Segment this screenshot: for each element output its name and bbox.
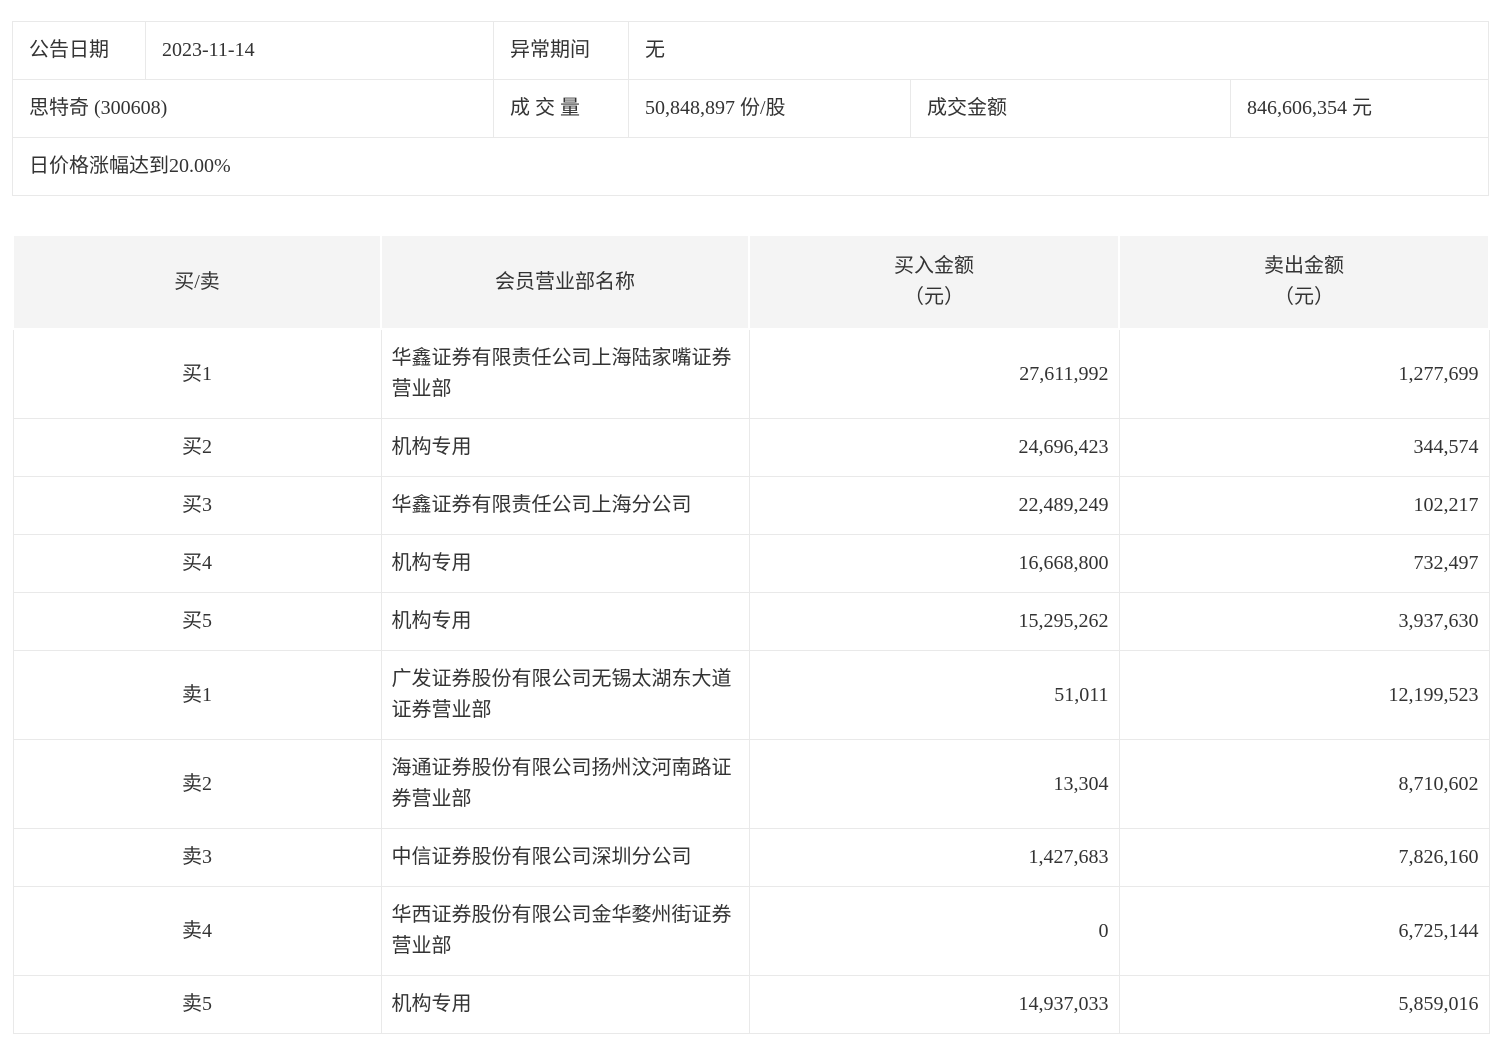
buy-amount-cell: 1,427,683: [749, 829, 1119, 887]
table-row: 买5机构专用15,295,2623,937,630: [13, 593, 1489, 651]
header-buy-amount-line1: 买入金额: [760, 251, 1108, 282]
table-body: 买1华鑫证券有限责任公司上海陆家嘴证券营业部27,611,9921,277,69…: [13, 329, 1489, 1034]
info-row-2: 思特奇 (300608) 成 交 量 50,848,897 份/股 成交金额 8…: [13, 80, 1489, 138]
header-sell-amount-line2: （元）: [1130, 282, 1478, 313]
side-cell: 卖5: [13, 976, 381, 1034]
side-cell: 买5: [13, 593, 381, 651]
broker-name-cell: 机构专用: [381, 976, 749, 1034]
sell-amount-cell: 732,497: [1119, 535, 1489, 593]
broker-name-cell: 机构专用: [381, 419, 749, 477]
side-cell: 买3: [13, 477, 381, 535]
sell-amount-cell: 102,217: [1119, 477, 1489, 535]
broker-name-cell: 海通证券股份有限公司扬州汶河南路证券营业部: [381, 740, 749, 829]
side-cell: 卖3: [13, 829, 381, 887]
buy-amount-cell: 15,295,262: [749, 593, 1119, 651]
broker-name-cell: 机构专用: [381, 593, 749, 651]
stock-info-block: 公告日期 2023-11-14 异常期间 无 思特奇 (300608) 成 交 …: [12, 21, 1489, 196]
broker-name-cell: 华鑫证券有限责任公司上海分公司: [381, 477, 749, 535]
table-row: 卖3中信证券股份有限公司深圳分公司1,427,6837,826,160: [13, 829, 1489, 887]
broker-table: 买/卖 会员营业部名称 买入金额 （元） 卖出金额 （元） 买1华鑫证券有限责任…: [12, 234, 1490, 1034]
side-cell: 卖1: [13, 651, 381, 740]
table-row: 买3华鑫证券有限责任公司上海分公司22,489,249102,217: [13, 477, 1489, 535]
volume-value: 50,848,897 份/股: [629, 80, 911, 138]
broker-name-cell: 广发证券股份有限公司无锡太湖东大道证券营业部: [381, 651, 749, 740]
table-row: 买4机构专用16,668,800732,497: [13, 535, 1489, 593]
sell-amount-cell: 1,277,699: [1119, 329, 1489, 419]
info-row-1: 公告日期 2023-11-14 异常期间 无: [13, 22, 1489, 80]
buy-amount-cell: 14,937,033: [749, 976, 1119, 1034]
volume-label: 成 交 量: [494, 80, 629, 138]
broker-name-cell: 机构专用: [381, 535, 749, 593]
info-row-3: 日价格涨幅达到20.00%: [13, 138, 1489, 196]
header-buy-amount: 买入金额 （元）: [749, 235, 1119, 329]
stock-name: 思特奇 (300608): [13, 80, 494, 138]
sell-amount-cell: 8,710,602: [1119, 740, 1489, 829]
buy-amount-cell: 51,011: [749, 651, 1119, 740]
buy-amount-cell: 27,611,992: [749, 329, 1119, 419]
table-row: 卖5机构专用14,937,0335,859,016: [13, 976, 1489, 1034]
sell-amount-cell: 7,826,160: [1119, 829, 1489, 887]
side-cell: 卖2: [13, 740, 381, 829]
header-buy-amount-line2: （元）: [760, 282, 1108, 313]
turnover-label: 成交金额: [911, 80, 1231, 138]
page: 公告日期 2023-11-14 异常期间 无 思特奇 (300608) 成 交 …: [0, 0, 1500, 1034]
table-row: 买2机构专用24,696,423344,574: [13, 419, 1489, 477]
buy-amount-cell: 24,696,423: [749, 419, 1119, 477]
side-cell: 买1: [13, 329, 381, 419]
sell-amount-cell: 3,937,630: [1119, 593, 1489, 651]
broker-name-cell: 华鑫证券有限责任公司上海陆家嘴证券营业部: [381, 329, 749, 419]
sell-amount-cell: 5,859,016: [1119, 976, 1489, 1034]
side-cell: 卖4: [13, 887, 381, 976]
side-cell: 买4: [13, 535, 381, 593]
sell-amount-cell: 12,199,523: [1119, 651, 1489, 740]
buy-amount-cell: 0: [749, 887, 1119, 976]
table-row: 买1华鑫证券有限责任公司上海陆家嘴证券营业部27,611,9921,277,69…: [13, 329, 1489, 419]
announce-date-label: 公告日期: [13, 22, 146, 80]
sell-amount-cell: 344,574: [1119, 419, 1489, 477]
buy-amount-cell: 13,304: [749, 740, 1119, 829]
broker-name-cell: 华西证券股份有限公司金华婺州街证券营业部: [381, 887, 749, 976]
abnormal-reason: 日价格涨幅达到20.00%: [13, 138, 1489, 196]
buy-amount-cell: 16,668,800: [749, 535, 1119, 593]
turnover-value: 846,606,354 元: [1231, 80, 1489, 138]
abnormal-period-value: 无: [629, 22, 1489, 80]
abnormal-period-label: 异常期间: [494, 22, 629, 80]
header-broker: 会员营业部名称: [381, 235, 749, 329]
header-sell-amount: 卖出金额 （元）: [1119, 235, 1489, 329]
header-sell-amount-line1: 卖出金额: [1130, 251, 1478, 282]
table-row: 卖2海通证券股份有限公司扬州汶河南路证券营业部13,3048,710,602: [13, 740, 1489, 829]
broker-name-cell: 中信证券股份有限公司深圳分公司: [381, 829, 749, 887]
side-cell: 买2: [13, 419, 381, 477]
header-side: 买/卖: [13, 235, 381, 329]
announce-date-value: 2023-11-14: [146, 22, 494, 80]
buy-amount-cell: 22,489,249: [749, 477, 1119, 535]
table-row: 卖1广发证券股份有限公司无锡太湖东大道证券营业部51,01112,199,523: [13, 651, 1489, 740]
table-header-row: 买/卖 会员营业部名称 买入金额 （元） 卖出金额 （元）: [13, 235, 1489, 329]
table-row: 卖4华西证券股份有限公司金华婺州街证券营业部06,725,144: [13, 887, 1489, 976]
sell-amount-cell: 6,725,144: [1119, 887, 1489, 976]
